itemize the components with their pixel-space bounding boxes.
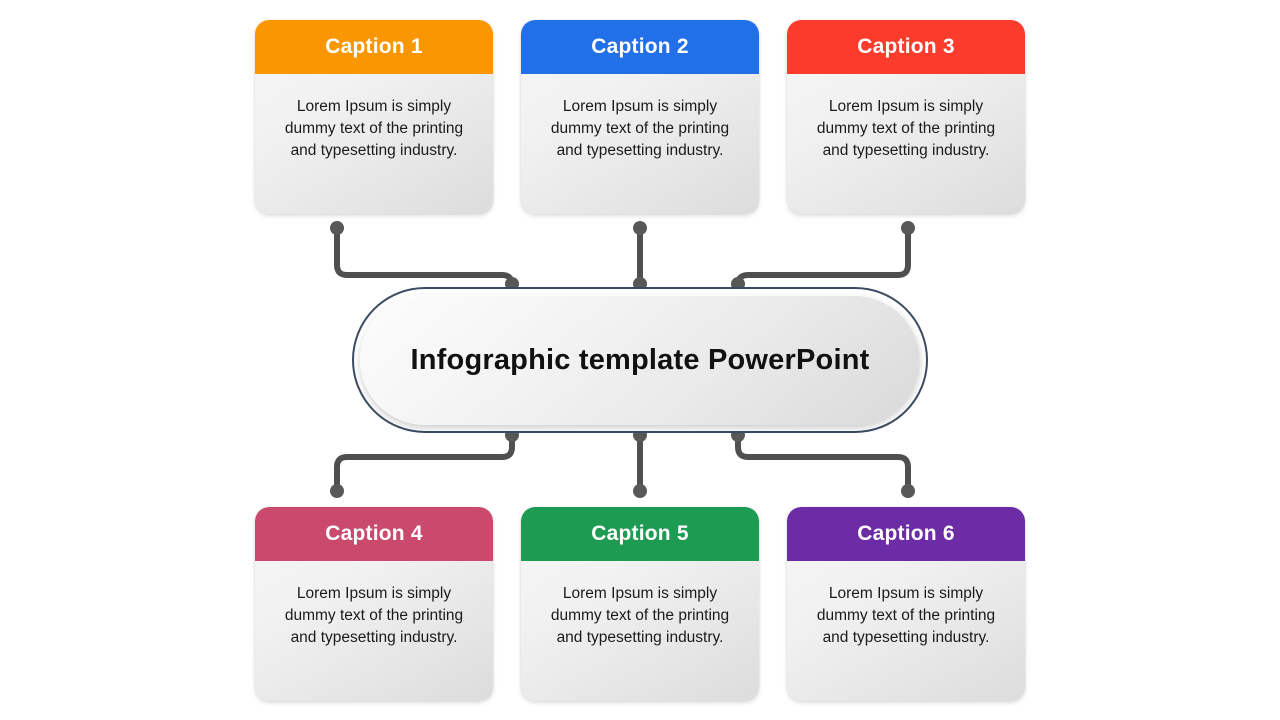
- connector-card-1: [334, 226, 515, 291]
- caption-card-6-header: Caption 6: [787, 507, 1025, 561]
- connector-dot-card-2-top: [633, 221, 647, 235]
- caption-card-5-title: Caption 5: [591, 522, 689, 545]
- caption-card-5[interactable]: Caption 5 Lorem Ipsum is simply dummy te…: [521, 507, 759, 701]
- connector-dot-card-5-bottom: [633, 484, 647, 498]
- slide-canvas: Infographic template PowerPoint Caption …: [0, 0, 1280, 720]
- connector-dot-card-3-top: [901, 221, 915, 235]
- caption-card-1-header: Caption 1: [255, 20, 493, 74]
- caption-card-6[interactable]: Caption 6 Lorem Ipsum is simply dummy te…: [787, 507, 1025, 701]
- connector-card-3: [735, 226, 911, 291]
- caption-card-6-title: Caption 6: [857, 522, 955, 545]
- caption-card-4-body: Lorem Ipsum is simply dummy text of the …: [255, 561, 493, 701]
- caption-card-1-body: Lorem Ipsum is simply dummy text of the …: [255, 74, 493, 214]
- connector-card-6: [735, 430, 911, 494]
- caption-card-4-title: Caption 4: [325, 522, 423, 545]
- caption-card-2-text: Lorem Ipsum is simply dummy text of the …: [550, 98, 730, 159]
- caption-card-2[interactable]: Caption 2 Lorem Ipsum is simply dummy te…: [521, 20, 759, 214]
- center-title-label: Infographic template PowerPoint: [410, 343, 870, 376]
- connector-dot-card-4-bottom: [330, 484, 344, 498]
- caption-card-3[interactable]: Caption 3 Lorem Ipsum is simply dummy te…: [787, 20, 1025, 214]
- caption-card-6-body: Lorem Ipsum is simply dummy text of the …: [787, 561, 1025, 701]
- connector-card-4: [334, 430, 515, 494]
- caption-card-1-text: Lorem Ipsum is simply dummy text of the …: [284, 98, 464, 159]
- caption-card-1-title: Caption 1: [325, 35, 423, 58]
- caption-card-4-text: Lorem Ipsum is simply dummy text of the …: [284, 585, 464, 646]
- caption-card-3-body: Lorem Ipsum is simply dummy text of the …: [787, 74, 1025, 214]
- caption-card-5-body: Lorem Ipsum is simply dummy text of the …: [521, 561, 759, 701]
- caption-card-1[interactable]: Caption 1 Lorem Ipsum is simply dummy te…: [255, 20, 493, 214]
- caption-card-4[interactable]: Caption 4 Lorem Ipsum is simply dummy te…: [255, 507, 493, 701]
- caption-card-3-header: Caption 3: [787, 20, 1025, 74]
- connector-dot-card-1-top: [330, 221, 344, 235]
- caption-card-2-title: Caption 2: [591, 35, 689, 58]
- caption-card-6-text: Lorem Ipsum is simply dummy text of the …: [816, 585, 996, 646]
- caption-card-2-header: Caption 2: [521, 20, 759, 74]
- caption-card-5-text: Lorem Ipsum is simply dummy text of the …: [550, 585, 730, 646]
- center-title-pill[interactable]: Infographic template PowerPoint: [360, 295, 920, 425]
- caption-card-3-title: Caption 3: [857, 35, 955, 58]
- caption-card-4-header: Caption 4: [255, 507, 493, 561]
- caption-card-2-body: Lorem Ipsum is simply dummy text of the …: [521, 74, 759, 214]
- caption-card-5-header: Caption 5: [521, 507, 759, 561]
- connector-dot-card-6-bottom: [901, 484, 915, 498]
- caption-card-3-text: Lorem Ipsum is simply dummy text of the …: [816, 98, 996, 159]
